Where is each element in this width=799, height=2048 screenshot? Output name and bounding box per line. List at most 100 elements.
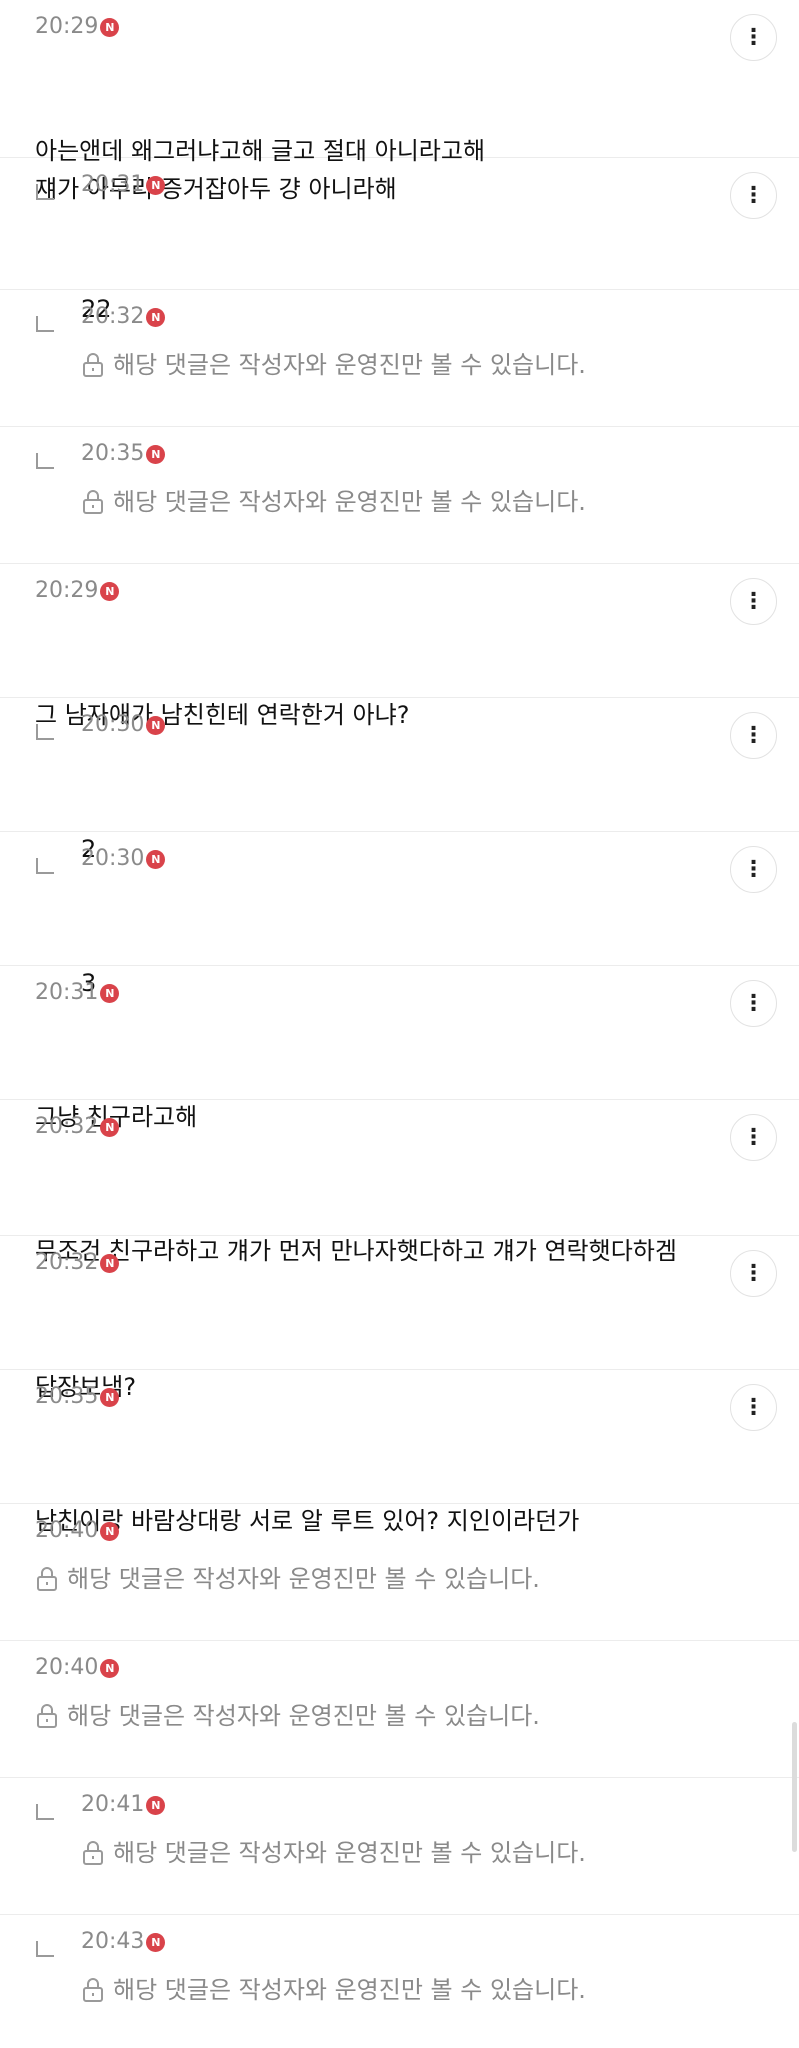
comment-time: 20:30 bbox=[81, 712, 145, 737]
comment-time: 20:32 bbox=[35, 1250, 99, 1275]
comment-meta: 20:31 N bbox=[81, 172, 709, 198]
new-badge-icon: N bbox=[146, 715, 166, 735]
comment-meta: 20:35 N bbox=[35, 1384, 709, 1410]
comment-meta: 20:43 N bbox=[81, 1929, 709, 1955]
new-badge-icon: N bbox=[146, 1795, 166, 1815]
comment-item: 20:30 N 2 ⋮ bbox=[0, 698, 799, 863]
more-options-button[interactable]: ⋮ bbox=[730, 172, 777, 219]
comment-item: 20:32 N 무조건 친구라하고 걔가 먼저 만나자햇다하고 걔가 연락햇다하… bbox=[0, 1100, 799, 1265]
comment-time: 20:30 bbox=[81, 846, 145, 871]
more-options-button[interactable]: ⋮ bbox=[730, 1384, 777, 1431]
more-options-button[interactable]: ⋮ bbox=[730, 980, 777, 1027]
comment-meta: 20:32 N bbox=[35, 1250, 709, 1276]
new-badge-icon: N bbox=[146, 849, 166, 869]
lock-icon bbox=[37, 1567, 57, 1591]
new-badge-icon: N bbox=[100, 983, 120, 1003]
comment-meta: 20:32 N bbox=[81, 304, 709, 330]
more-vertical-icon: ⋮ bbox=[742, 722, 765, 748]
comment-time: 20:29 bbox=[35, 578, 99, 603]
new-badge-icon: N bbox=[146, 175, 166, 195]
new-badge-icon: N bbox=[100, 1387, 120, 1407]
new-badge-icon: N bbox=[100, 1253, 120, 1273]
comment-time: 20:32 bbox=[81, 304, 145, 329]
comment-text-row: 해당 댓글은 작성자와 운영진만 볼 수 있습니다. bbox=[81, 346, 709, 384]
more-options-button[interactable]: ⋮ bbox=[730, 712, 777, 759]
more-vertical-icon: ⋮ bbox=[742, 856, 765, 882]
reply-arrow-icon bbox=[36, 184, 54, 200]
comment-text: 해당 댓글은 작성자와 운영진만 볼 수 있습니다. bbox=[113, 1976, 586, 2004]
comment-text-row: 해당 댓글은 작성자와 운영진만 볼 수 있습니다. bbox=[35, 1697, 709, 1735]
reply-arrow-icon bbox=[36, 858, 54, 874]
comment-text: 해당 댓글은 작성자와 운영진만 볼 수 있습니다. bbox=[113, 1839, 586, 1867]
comment-text: 해당 댓글은 작성자와 운영진만 볼 수 있습니다. bbox=[113, 488, 586, 516]
new-badge-icon: N bbox=[146, 444, 166, 464]
comment-text-row: 해당 댓글은 작성자와 운영진만 볼 수 있습니다. bbox=[35, 1560, 709, 1598]
more-options-button[interactable]: ⋮ bbox=[730, 578, 777, 625]
comment-text: 해당 댓글은 작성자와 운영진만 볼 수 있습니다. bbox=[67, 1702, 540, 1730]
more-vertical-icon: ⋮ bbox=[742, 1394, 765, 1420]
more-vertical-icon: ⋮ bbox=[742, 990, 765, 1016]
comment-text: 해당 댓글은 작성자와 운영진만 볼 수 있습니다. bbox=[67, 1565, 540, 1593]
lock-icon bbox=[83, 353, 103, 377]
comment-content: 20:40 N 해당 댓글은 작성자와 운영진만 볼 수 있습니다. bbox=[35, 1655, 709, 1735]
new-badge-icon: N bbox=[100, 1521, 120, 1541]
comment-item: 20:40 N 해당 댓글은 작성자와 운영진만 볼 수 있습니다. bbox=[0, 1641, 799, 1778]
more-vertical-icon: ⋮ bbox=[742, 182, 765, 208]
new-badge-icon: N bbox=[146, 307, 166, 327]
comment-time: 20:31 bbox=[81, 172, 145, 197]
lock-icon bbox=[83, 490, 103, 514]
more-options-button[interactable]: ⋮ bbox=[730, 1114, 777, 1161]
comment-content: 20:41 N 해당 댓글은 작성자와 운영진만 볼 수 있습니다. bbox=[81, 1792, 709, 1872]
lock-icon bbox=[37, 1704, 57, 1728]
comment-text-row: 해당 댓글은 작성자와 운영진만 볼 수 있습니다. bbox=[81, 1971, 709, 2009]
reply-arrow-icon bbox=[36, 724, 54, 740]
more-vertical-icon: ⋮ bbox=[742, 24, 765, 50]
comment-text: 해당 댓글은 작성자와 운영진만 볼 수 있습니다. bbox=[113, 351, 586, 379]
lock-icon bbox=[83, 1978, 103, 2002]
comment-meta: 20:32 N bbox=[35, 1114, 709, 1140]
comment-content: 20:40 N 해당 댓글은 작성자와 운영진만 볼 수 있습니다. bbox=[35, 1518, 709, 1598]
comment-item: 20:29 N 그 남자애가 남친힌테 연락한거 아냐? ⋮ bbox=[0, 564, 799, 729]
comment-text-row: 해당 댓글은 작성자와 운영진만 볼 수 있습니다. bbox=[81, 483, 709, 521]
comment-time: 20:40 bbox=[35, 1655, 99, 1680]
comment-meta: 20:30 N bbox=[81, 846, 709, 872]
more-options-button[interactable]: ⋮ bbox=[730, 14, 777, 61]
reply-arrow-icon bbox=[36, 1804, 54, 1820]
comment-time: 20:35 bbox=[81, 441, 145, 466]
comment-meta: 20:30 N bbox=[81, 712, 709, 738]
comment-meta: 20:40 N bbox=[35, 1655, 709, 1681]
comment-content: 20:43 N 해당 댓글은 작성자와 운영진만 볼 수 있습니다. bbox=[81, 1929, 709, 2009]
comment-meta: 20:29 N bbox=[35, 578, 709, 604]
scrollbar[interactable] bbox=[792, 1722, 797, 1852]
new-badge-icon: N bbox=[100, 1117, 120, 1137]
comment-meta: 20:40 N bbox=[35, 1518, 709, 1544]
comment-time: 20:35 bbox=[35, 1384, 99, 1409]
comment-time: 20:29 bbox=[35, 14, 99, 39]
lock-icon bbox=[83, 1841, 103, 1865]
new-badge-icon: N bbox=[100, 581, 120, 601]
comment-time: 20:41 bbox=[81, 1792, 145, 1817]
reply-arrow-icon bbox=[36, 453, 54, 469]
comment-item: 20:31 N 그냥 친구라고해 ⋮ bbox=[0, 966, 799, 1131]
comment-item: 20:31 N 22 ⋮ bbox=[0, 158, 799, 323]
comment-content: 20:32 N 해당 댓글은 작성자와 운영진만 볼 수 있습니다. bbox=[81, 304, 709, 384]
more-options-button[interactable]: ⋮ bbox=[730, 846, 777, 893]
comment-meta: 20:31 N bbox=[35, 980, 709, 1006]
comment-meta: 20:41 N bbox=[81, 1792, 709, 1818]
comment-time: 20:31 bbox=[35, 980, 99, 1005]
more-vertical-icon: ⋮ bbox=[742, 1124, 765, 1150]
comment-time: 20:43 bbox=[81, 1929, 145, 1954]
comment-item: 20:32 N 답장보냄? ⋮ bbox=[0, 1236, 799, 1401]
comment-text-row: 해당 댓글은 작성자와 운영진만 볼 수 있습니다. bbox=[81, 1834, 709, 1872]
more-vertical-icon: ⋮ bbox=[742, 588, 765, 614]
new-badge-icon: N bbox=[100, 17, 120, 37]
comment-time: 20:40 bbox=[35, 1518, 99, 1543]
reply-arrow-icon bbox=[36, 1941, 54, 1957]
more-options-button[interactable]: ⋮ bbox=[730, 1250, 777, 1297]
comment-item: 20:43 N 해당 댓글은 작성자와 운영진만 볼 수 있습니다. bbox=[0, 1915, 799, 2048]
more-vertical-icon: ⋮ bbox=[742, 1260, 765, 1286]
comment-item: 20:40 N 해당 댓글은 작성자와 운영진만 볼 수 있습니다. bbox=[0, 1504, 799, 1641]
comment-item: 20:32 N 해당 댓글은 작성자와 운영진만 볼 수 있습니다. bbox=[0, 290, 799, 427]
new-badge-icon: N bbox=[146, 1932, 166, 1952]
comment-item: 20:30 N 3 ⋮ bbox=[0, 832, 799, 997]
